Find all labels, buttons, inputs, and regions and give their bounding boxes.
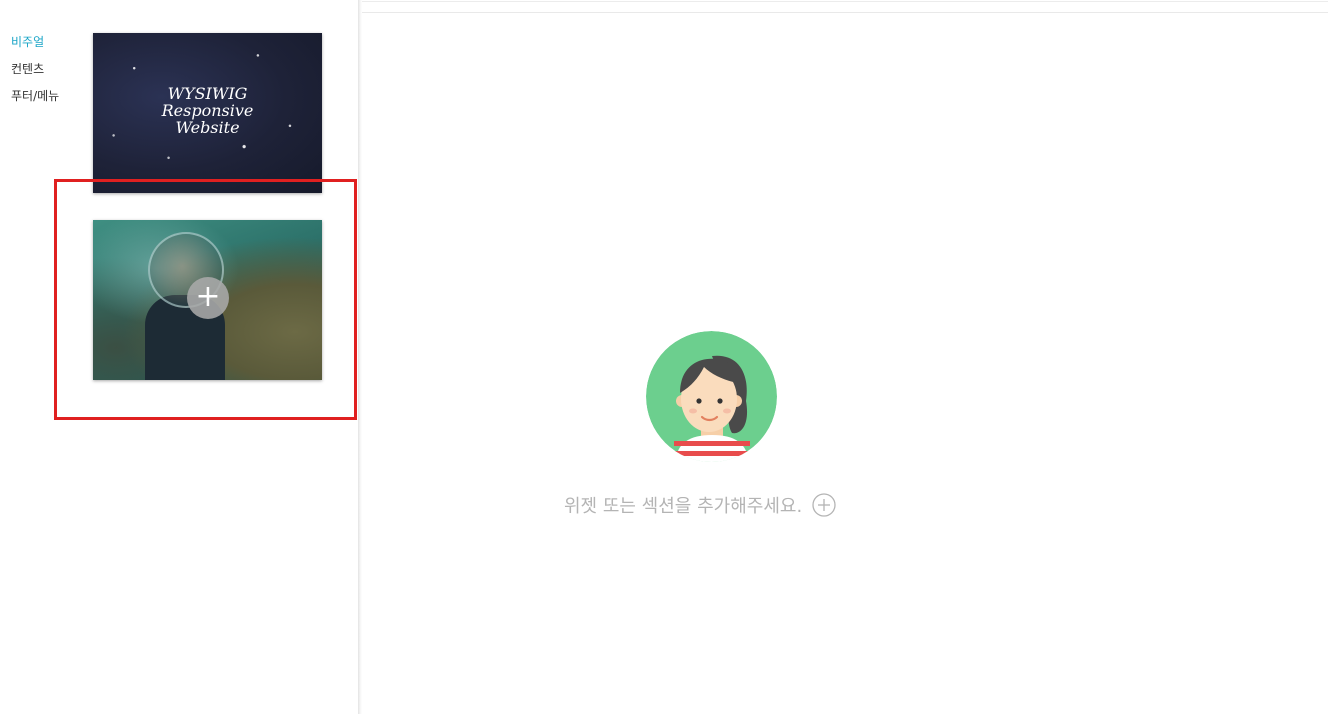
main-divider xyxy=(362,12,1328,13)
main-top-border xyxy=(362,1,1328,2)
plus-circle-icon[interactable] xyxy=(812,493,836,517)
nav-item-visual[interactable]: 비주얼 xyxy=(11,29,59,56)
category-nav: 비주얼 컨텐츠 푸터/메뉴 xyxy=(11,29,59,110)
add-template-button[interactable]: + xyxy=(187,277,229,319)
template-thumbnail-diver[interactable]: + xyxy=(93,220,322,380)
widget-panel: 비주얼 컨텐츠 푸터/메뉴 WYSIWIG Responsive Website… xyxy=(0,0,358,714)
panel-divider xyxy=(358,0,362,714)
template-thumbnail-title: WYSIWIG Responsive Website xyxy=(161,84,254,137)
nav-item-footer-menu[interactable]: 푸터/메뉴 xyxy=(11,83,59,110)
empty-state: 위젯 또는 섹션을 추가해주세요. xyxy=(564,492,836,518)
empty-state-message: 위젯 또는 섹션을 추가해주세요. xyxy=(564,496,803,517)
person-avatar-icon xyxy=(646,331,777,462)
template-thumbnail-wysiwig[interactable]: WYSIWIG Responsive Website xyxy=(93,33,322,193)
nav-item-contents[interactable]: 컨텐츠 xyxy=(11,56,59,83)
